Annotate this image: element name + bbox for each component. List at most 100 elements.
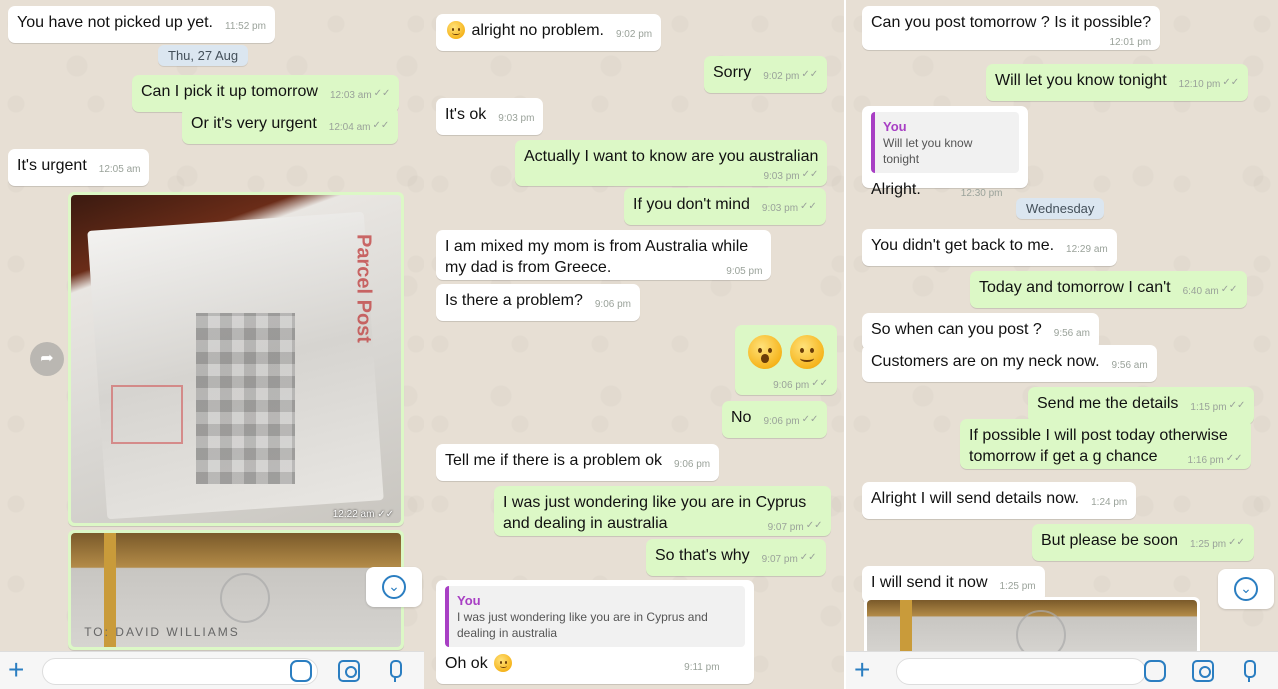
message-time: 9:02 pm [763,71,800,82]
message-time: 9:03 pm [761,203,799,214]
message-incoming[interactable]: It's ok 9:03 pm [436,98,544,135]
message-text-line: tomorrow if get a g chance [969,448,1158,465]
mic-icon[interactable] [1238,660,1260,682]
message-outgoing[interactable]: If you don't mind 9:03 pm ✓✓ [624,188,826,225]
message-outgoing[interactable]: Today and tomorrow I can't 6:40 am ✓✓ [970,271,1247,308]
plus-icon[interactable]: + [854,656,870,684]
message-text: So that's why [655,547,750,564]
message-time: 9:06 pm [673,459,711,470]
message-time: 9:56 am [1111,360,1148,371]
date-separator: Wednesday [1016,198,1105,219]
message-incoming-reply[interactable]: You Will let you know tonight Alright. 12… [862,106,1028,199]
double-check-icon: ✓✓ [801,169,819,180]
surprised-emoji [748,335,782,369]
message-text: If you don't mind [633,196,750,213]
message-text: I will send it now [871,574,988,591]
image-message[interactable]: TO: DAVID WILLIAMS [68,530,404,650]
message-text: No [731,409,752,426]
sticker-icon[interactable] [1144,660,1166,682]
message-time: 9:07 pm [761,554,798,565]
scroll-down-button[interactable]: ⌄ [1218,569,1274,609]
message-text: But please be soon [1041,532,1178,549]
quote-author: You [883,119,907,134]
message-input[interactable] [42,658,318,685]
plus-icon[interactable]: + [8,656,24,684]
double-check-icon: ✓✓ [1225,453,1243,464]
message-time: 12:10 pm [1178,79,1221,90]
message-outgoing[interactable]: Actually I want to know are you australi… [515,140,828,186]
parcel-photo: Parcel Post [71,195,401,523]
message-text: Will let you know tonight [995,72,1167,89]
quote-text-line: dealing in australia [457,626,558,640]
smile-emoji [494,654,513,672]
pixelated-label [196,313,296,484]
message-outgoing[interactable]: But please be soon 1:25 pm ✓✓ [1032,524,1254,561]
image-message[interactable] [864,597,1200,657]
parcel-post-text: Parcel Post [352,234,375,344]
message-time: 9:56 am [1053,328,1090,339]
camera-icon[interactable] [1192,660,1214,682]
message-outgoing[interactable]: So that's why 9:07 pm ✓✓ [646,539,826,576]
message-time: 12:30 pm [960,188,1003,199]
message-text: Actually I want to know are you australi… [524,148,819,165]
message-outgoing[interactable]: Will let you know tonight 12:10 pm ✓✓ [986,64,1249,101]
image-time-text: 12:22 am [332,509,375,520]
input-bar: + [846,651,1278,689]
quote-text-line: I was just wondering like you are in Cyp… [457,610,708,624]
message-time: 1:16 pm [1187,455,1224,466]
message-incoming[interactable]: Customers are on my neck now. 9:56 am [862,345,1157,382]
message-time: 1:15 pm [1190,402,1227,413]
message-text-line: I am mixed my mom is from Australia whil… [445,238,749,255]
double-check-icon: ✓✓ [1228,400,1246,411]
message-outgoing[interactable]: Sorry 9:02 pm ✓✓ [704,56,828,93]
message-incoming[interactable]: Is there a problem? 9:06 pm [436,284,640,321]
message-text: Can you post tomorrow ? Is it possible? [871,14,1152,31]
forward-icon[interactable]: ➦ [30,342,64,376]
message-time: 12:01 pm [1109,37,1152,48]
message-time: 9:02 pm [615,29,653,40]
message-outgoing[interactable]: I was just wondering like you are in Cyp… [494,486,832,536]
message-outgoing[interactable]: No 9:06 pm ✓✓ [722,401,828,438]
double-check-icon: ✓✓ [1220,284,1238,295]
image-time: 12:22 am ✓✓ [333,509,394,520]
message-time: 12:04 am [328,122,371,133]
message-outgoing[interactable]: 9:06 pm ✓✓ [735,325,837,395]
quoted-message[interactable]: You I was just wondering like you are in… [445,586,745,647]
message-incoming[interactable]: Can you post tomorrow ? Is it possible? … [862,6,1161,50]
message-input[interactable] [896,658,1146,685]
message-time: 9:03 pm [498,113,535,124]
message-text-line: I was just wondering like you are in Cyp… [503,494,807,511]
message-incoming[interactable]: alright no problem. 9:02 pm [436,14,662,51]
sticker-icon[interactable] [290,660,312,682]
message-outgoing[interactable]: Or it's very urgent 12:04 am ✓✓ [182,107,399,144]
message-time: 12:03 am [329,90,372,101]
message-text: You didn't get back to me. [871,237,1055,254]
message-incoming[interactable]: You didn't get back to me. 12:29 am [862,229,1117,266]
camera-icon[interactable] [338,660,360,682]
message-incoming[interactable]: Tell me if there is a problem ok 9:06 pm [436,444,720,481]
message-time: 9:06 pm [763,416,800,427]
message-incoming[interactable]: I am mixed my mom is from Australia whil… [436,230,772,280]
message-time: 6:40 am [1182,286,1219,297]
message-incoming-reply[interactable]: You I was just wondering like you are in… [436,580,754,684]
message-incoming[interactable]: It's urgent 12:05 am [8,149,150,186]
message-text: It's ok [445,106,487,123]
message-incoming[interactable]: Alright I will send details now. 1:24 pm [862,482,1137,519]
input-bar: + [0,651,424,689]
box-photo [867,600,1197,654]
message-text: You have not picked up yet. [17,14,213,31]
message-time: 1:24 pm [1091,497,1128,508]
mic-icon[interactable] [384,660,406,682]
chat-panel-1: You have not picked up yet. 11:52 pm Thu,… [0,0,424,689]
message-text: Send me the details [1037,395,1179,412]
quoted-message[interactable]: You Will let you know tonight [871,112,1019,173]
scroll-down-button[interactable]: ⌄ [366,567,422,607]
message-text: Can I pick it up tomorrow [141,83,318,100]
double-check-icon: ✓✓ [372,120,390,131]
message-text: Or it's very urgent [191,115,317,132]
message-outgoing[interactable]: If possible I will post today otherwise … [960,419,1252,469]
message-incoming[interactable]: You have not picked up yet. 11:52 pm [8,6,275,43]
image-message[interactable]: Parcel Post 12:22 am ✓✓ [68,192,404,526]
box-photo: TO: DAVID WILLIAMS [71,533,401,647]
chat-panel-2: alright no problem. 9:02 pm Sorry 9:02 pm ✓… [424,0,844,689]
